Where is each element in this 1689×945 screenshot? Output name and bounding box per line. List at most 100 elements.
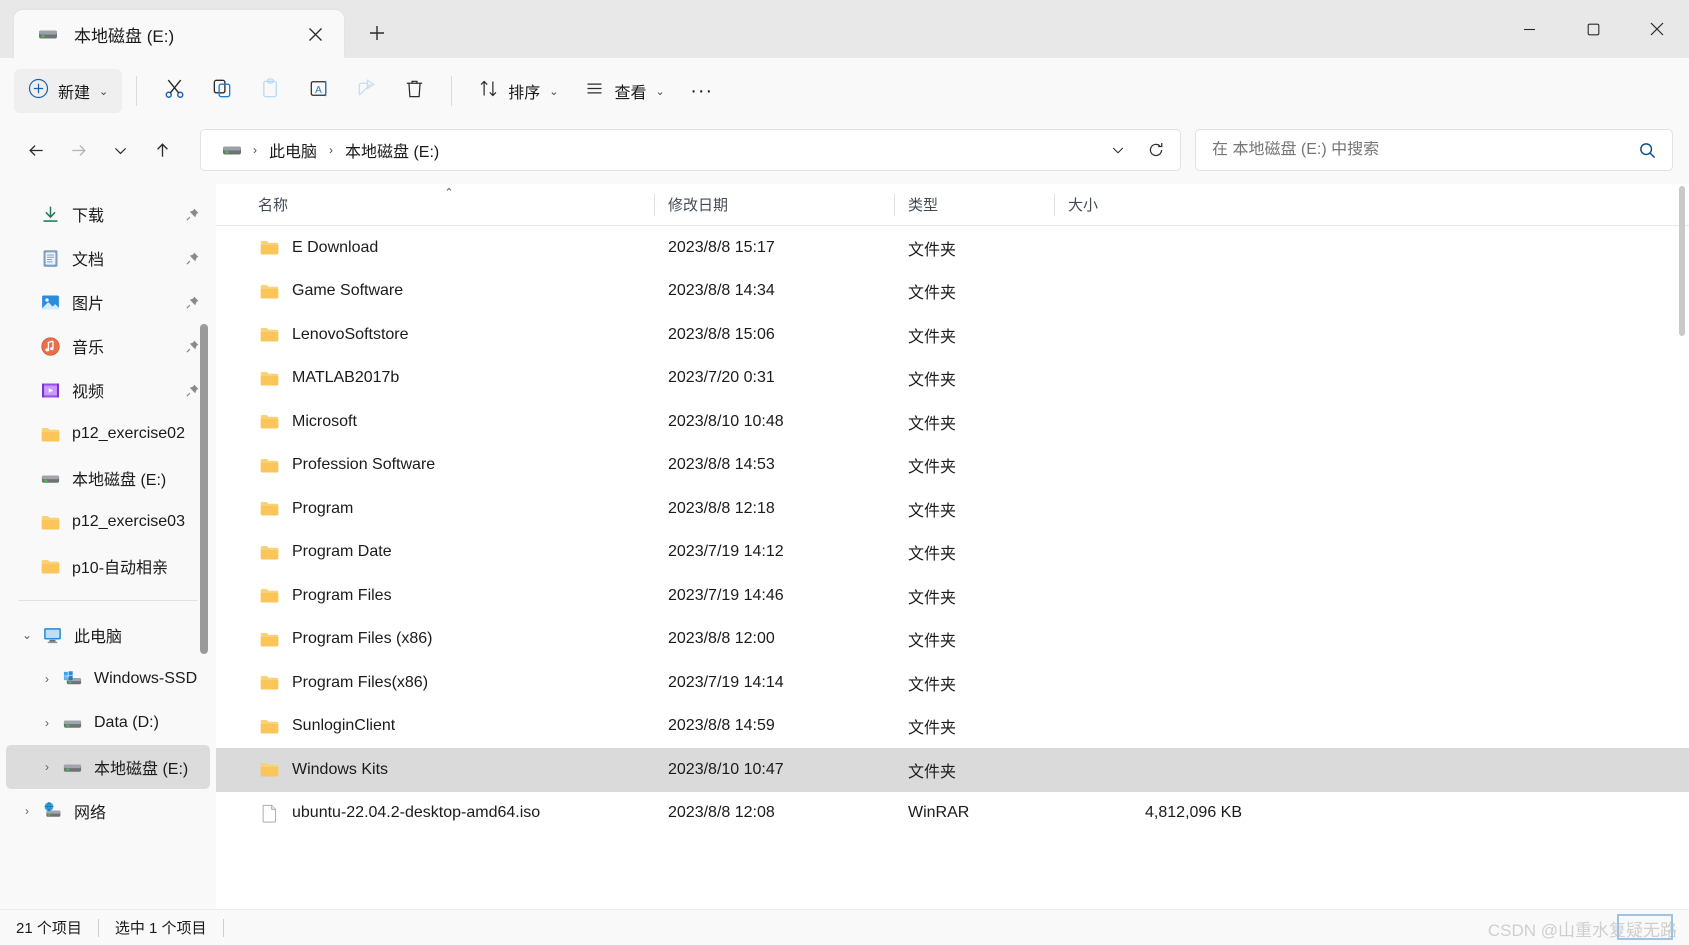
cell-name: Program Files (x86) [244, 629, 654, 650]
address-dropdown-icon[interactable] [1100, 133, 1136, 167]
table-row[interactable]: Program Files (x86) 2023/8/8 12:00 文件夹 [216, 618, 1689, 662]
sidebar-item-label: 下载 [72, 208, 105, 225]
refresh-button[interactable] [1136, 133, 1176, 167]
maximize-button[interactable] [1561, 0, 1625, 58]
pin-icon[interactable] [185, 251, 200, 266]
cut-button[interactable] [151, 69, 197, 113]
sidebar-item-7[interactable]: p12_exercise03 [6, 500, 210, 544]
table-row[interactable]: MATLAB2017b 2023/7/20 0:31 文件夹 [216, 357, 1689, 401]
sidebar-tree-item-3[interactable]: › 本地磁盘 (E:) [6, 745, 210, 789]
cell-date: 2023/8/8 15:17 [654, 239, 894, 257]
forward-button[interactable] [58, 130, 98, 170]
table-row[interactable]: Program 2023/8/8 12:18 文件夹 [216, 487, 1689, 531]
rename-button[interactable]: A [295, 69, 341, 113]
title-bar: 本地磁盘 (E:) [0, 0, 1689, 58]
table-row[interactable]: ubuntu-22.04.2-desktop-amd64.iso 2023/8/8… [216, 792, 1689, 836]
pin-icon[interactable] [185, 295, 200, 310]
pin-icon[interactable] [185, 383, 200, 398]
breadcrumb-item-local-disk-e[interactable]: 本地磁盘 (E:) [337, 133, 447, 167]
expander-icon[interactable]: ⌄ [14, 628, 40, 642]
address-bar[interactable]: › 此电脑 › 本地磁盘 (E:) [200, 129, 1181, 171]
sidebar-scrollbar-track[interactable] [200, 184, 212, 909]
file-rows: E Download 2023/8/8 15:17 文件夹 Game Software… [216, 226, 1689, 909]
table-row[interactable]: Program Files 2023/7/19 14:46 文件夹 [216, 574, 1689, 618]
new-tab-button[interactable] [354, 10, 400, 56]
drive-icon [38, 468, 62, 489]
back-button[interactable] [16, 130, 56, 170]
search-icon[interactable] [1632, 141, 1662, 160]
more-options-button[interactable]: ··· [679, 69, 725, 113]
recent-locations-button[interactable] [100, 130, 140, 170]
tab-close-icon[interactable] [298, 17, 332, 51]
file-list-scrollbar-thumb[interactable] [1679, 186, 1685, 336]
view-button[interactable]: 查看 ⌄ [572, 69, 676, 113]
folder-icon [258, 542, 280, 563]
delete-button[interactable] [391, 69, 437, 113]
folder-icon [258, 672, 280, 693]
paste-button[interactable] [247, 69, 293, 113]
file-list-scrollbar-track[interactable] [1677, 186, 1687, 907]
table-row[interactable]: Windows Kits 2023/8/10 10:47 文件夹 [216, 748, 1689, 792]
sidebar-item-0[interactable]: 下载 [6, 192, 210, 236]
table-row[interactable]: Microsoft 2023/8/10 10:48 文件夹 [216, 400, 1689, 444]
folder-icon [258, 759, 280, 780]
drive-icon[interactable] [215, 139, 249, 161]
sidebar-item-1[interactable]: 文档 [6, 236, 210, 280]
cell-type: 文件夹 [894, 627, 1054, 651]
table-row[interactable]: Profession Software 2023/8/8 14:53 文件夹 [216, 444, 1689, 488]
sidebar-item-5[interactable]: p12_exercise02 [6, 412, 210, 456]
copy-button[interactable] [199, 69, 245, 113]
file-type: 文件夹 [908, 415, 957, 433]
sort-button-label: 排序 [508, 85, 541, 102]
sidebar-scrollbar-thumb[interactable] [200, 324, 208, 654]
file-type: 文件夹 [908, 546, 957, 564]
pin-icon[interactable] [185, 339, 200, 354]
minimize-button[interactable] [1497, 0, 1561, 58]
sidebar-item-8[interactable]: p10-自动相亲 [6, 544, 210, 588]
pin-icon[interactable] [185, 207, 200, 222]
sort-button[interactable]: 排序 ⌄ [466, 69, 570, 113]
search-box[interactable] [1195, 129, 1673, 171]
status-bar: 21 个项目 选中 1 个项目 [0, 909, 1689, 945]
sidebar-tree-item-1[interactable]: › Windows-SSD [6, 657, 210, 701]
file-type: 文件夹 [908, 720, 957, 738]
column-header-date[interactable]: 修改日期 [654, 184, 894, 226]
tab-local-disk-e[interactable]: 本地磁盘 (E:) [14, 10, 344, 58]
expander-icon[interactable]: › [34, 760, 60, 774]
expander-icon[interactable]: › [14, 804, 40, 818]
sidebar-item-label: 文档 [72, 252, 105, 269]
table-row[interactable]: Program Files(x86) 2023/7/19 14:14 文件夹 [216, 661, 1689, 705]
sidebar-tree-item-0[interactable]: ⌄ 此电脑 [6, 613, 210, 657]
search-input[interactable] [1212, 141, 1632, 159]
table-row[interactable]: LenovoSoftstore 2023/8/8 15:06 文件夹 [216, 313, 1689, 357]
expander-icon[interactable]: › [34, 672, 60, 686]
sidebar-tree-item-4[interactable]: › 网络 [6, 789, 210, 833]
table-row[interactable]: Game Software 2023/8/8 14:34 文件夹 [216, 270, 1689, 314]
cell-date: 2023/8/8 14:53 [654, 456, 894, 474]
sidebar-item-2[interactable]: 图片 [6, 280, 210, 324]
videos-icon [38, 380, 62, 401]
table-row[interactable]: SunloginClient 2023/8/8 14:59 文件夹 [216, 705, 1689, 749]
folder-icon [258, 237, 280, 258]
table-row[interactable]: Program Date 2023/7/19 14:12 文件夹 [216, 531, 1689, 575]
file-type: 文件夹 [908, 589, 957, 607]
column-header-type[interactable]: 类型 [894, 184, 1054, 226]
breadcrumb-separator: › [329, 143, 334, 157]
share-button[interactable] [343, 69, 389, 113]
new-button[interactable]: 新建 ⌄ [14, 69, 123, 113]
up-button[interactable] [142, 130, 182, 170]
expander-icon[interactable]: › [34, 716, 60, 730]
table-row[interactable]: E Download 2023/8/8 15:17 文件夹 [216, 226, 1689, 270]
sidebar-tree-item-2[interactable]: › Data (D:) [6, 701, 210, 745]
sidebar-item-4[interactable]: 视频 [6, 368, 210, 412]
sidebar-item-6[interactable]: 本地磁盘 (E:) [6, 456, 210, 500]
breadcrumb-item-this-pc[interactable]: 此电脑 [261, 133, 325, 167]
column-header-name[interactable]: ⌃ 名称 [244, 184, 654, 226]
sidebar-item-label: 图片 [72, 296, 105, 313]
view-icon [584, 78, 605, 104]
column-header-size[interactable]: 大小 [1054, 184, 1214, 226]
file-type: 文件夹 [908, 285, 957, 303]
sidebar-item-3[interactable]: 音乐 [6, 324, 210, 368]
sidebar-item-label: p10-自动相亲 [72, 560, 169, 577]
close-button[interactable] [1625, 0, 1689, 58]
